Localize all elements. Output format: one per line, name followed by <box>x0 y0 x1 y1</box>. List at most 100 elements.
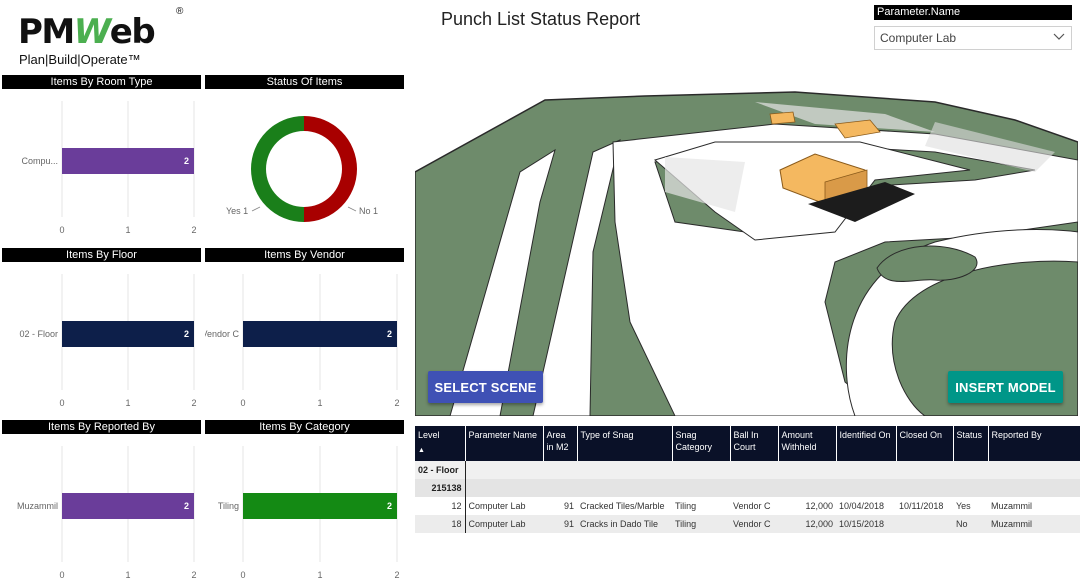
bar-chart-vendor: 0 1 2 2 Vendor C <box>205 274 400 408</box>
cell-ball-in-court: Vendor C <box>730 515 778 533</box>
header-parameter-name[interactable]: Parameter Name <box>465 426 544 461</box>
bar-value-label: 2 <box>387 329 392 339</box>
header-reported-by[interactable]: Reported By <box>988 426 1081 461</box>
bar[interactable] <box>62 148 194 174</box>
group-row-id[interactable]: 215138 <box>415 479 1080 497</box>
chart-title: Items By Reported By <box>2 420 201 434</box>
chart-items-by-category: Items By Category 0 1 2 2 Tiling <box>205 420 404 580</box>
header-identified-on[interactable]: Identified On <box>836 426 897 461</box>
bar[interactable] <box>62 321 194 347</box>
header-type-of-snag[interactable]: Type of Snag <box>577 426 673 461</box>
group-id-label: 215138 <box>415 479 465 497</box>
cell-snag-category: Tiling <box>672 515 730 533</box>
header-snag-category[interactable]: Snag Category <box>672 426 731 461</box>
cell-reported-by: Muzammil <box>988 515 1080 533</box>
donut-slice-yes[interactable] <box>251 116 304 222</box>
cell-parameter-name: Computer Lab <box>464 497 543 515</box>
logo-registered-mark: ® <box>176 6 184 17</box>
chart-title: Status Of Items <box>205 75 404 89</box>
group-level-label: 02 - Floor <box>415 461 465 479</box>
cell-area: 91 <box>543 497 577 515</box>
table-row[interactable]: 18 Computer Lab 91 Cracks in Dado Tile T… <box>415 515 1080 533</box>
cell-type-of-snag: Cracks in Dado Tile <box>577 515 672 533</box>
bar-value-label: 2 <box>184 156 189 166</box>
cell-reported-by: Muzammil <box>988 497 1080 515</box>
cell-identified-on: 10/15/2018 <box>836 515 896 533</box>
x-tick-label: 2 <box>191 225 196 235</box>
cell-identified-on: 10/04/2018 <box>836 497 896 515</box>
chart-items-by-room-type: Items By Room Type 0 1 2 2 Compu... <box>2 75 201 235</box>
x-tick-label: 0 <box>59 398 64 408</box>
x-tick-label: 1 <box>125 398 130 408</box>
x-tick-label: 2 <box>191 398 196 408</box>
3d-site-render <box>415 91 1078 416</box>
cell-status: No <box>953 515 988 533</box>
cell-level: 12 <box>415 497 465 515</box>
parameter-dropdown[interactable]: Computer Lab <box>874 26 1072 50</box>
x-tick-label: 1 <box>317 398 322 408</box>
header-amount-withheld[interactable]: Amount Withheld <box>778 426 837 461</box>
bar-value-label: 2 <box>184 329 189 339</box>
bar-value-label: 2 <box>184 501 189 511</box>
category-label: Compu... <box>21 156 58 166</box>
donut-chart-status: Yes 1 No 1 <box>226 116 378 222</box>
group-row-level[interactable]: 02 - Floor <box>415 461 1080 479</box>
chart-title: Items By Room Type <box>2 75 201 89</box>
report-title: Punch List Status Report <box>441 9 641 29</box>
x-tick-label: 0 <box>59 570 64 580</box>
header-closed-on[interactable]: Closed On <box>896 426 954 461</box>
chart-title: Items By Category <box>205 420 404 434</box>
category-label: Vendor C <box>205 329 239 339</box>
bar[interactable] <box>62 493 194 519</box>
header-area[interactable]: Area in M2 <box>543 426 578 461</box>
table-header-row: Level ▲ Parameter Name Area in M2 Type of… <box>415 426 1081 461</box>
x-tick-label: 2 <box>394 398 399 408</box>
bar-chart-category: 0 1 2 2 Tiling <box>218 446 400 580</box>
chart-items-by-vendor: Items By Vendor 0 1 2 2 Vendor C <box>205 248 404 408</box>
header-status[interactable]: Status <box>953 426 989 461</box>
x-tick-label: 2 <box>394 570 399 580</box>
table-row[interactable]: 12 Computer Lab 91 Cracked Tiles/Marble … <box>415 497 1080 515</box>
donut-label-no: No 1 <box>359 206 378 216</box>
cell-level: 18 <box>415 515 465 533</box>
chart-items-by-reported-by: Items By Reported By 0 1 2 2 Muzammil <box>2 420 201 580</box>
chart-title: Items By Vendor <box>205 248 404 262</box>
cell-amount-withheld: 12,000 <box>778 515 836 533</box>
cell-amount-withheld: 12,000 <box>778 497 836 515</box>
x-tick-label: 1 <box>125 225 130 235</box>
cell-closed-on: 10/11/2018 <box>896 497 953 515</box>
bar[interactable] <box>243 321 397 347</box>
parameter-slicer-header: Parameter.Name <box>874 5 1072 20</box>
cell-area: 91 <box>543 515 577 533</box>
punch-list-table: Level ▲ Parameter Name Area in M2 Type of… <box>415 426 1081 538</box>
cell-snag-category: Tiling <box>672 497 730 515</box>
chart-items-by-floor: Items By Floor 0 1 2 2 02 - Floor <box>2 248 201 408</box>
chart-status-of-items: Status Of Items Yes 1 No 1 <box>205 75 404 235</box>
logo-wordmark: PMWeb <box>18 12 156 52</box>
bar-value-label: 2 <box>387 501 392 511</box>
room-box-3 <box>769 111 796 125</box>
donut-slice-no[interactable] <box>304 116 357 222</box>
sort-ascending-icon[interactable]: ▲ <box>418 445 462 457</box>
logo-tagline: Plan|Build|Operate™ <box>19 52 141 67</box>
cell-status: Yes <box>953 497 988 515</box>
cell-ball-in-court: Vendor C <box>730 497 778 515</box>
3d-model-viewer[interactable]: SELECT SCENE INSERT MODEL <box>415 62 1078 416</box>
chevron-down-icon <box>1053 33 1065 40</box>
x-tick-label: 1 <box>317 570 322 580</box>
x-tick-label: 0 <box>240 570 245 580</box>
header-level[interactable]: Level ▲ <box>415 426 466 461</box>
bar-chart-room-type: 0 1 2 2 Compu... <box>21 101 197 235</box>
x-tick-label: 0 <box>240 398 245 408</box>
chart-title: Items By Floor <box>2 248 201 262</box>
category-label: 02 - Floor <box>19 329 58 339</box>
cell-type-of-snag: Cracked Tiles/Marble <box>577 497 672 515</box>
select-scene-button[interactable]: SELECT SCENE <box>428 371 543 403</box>
bar[interactable] <box>243 493 397 519</box>
x-tick-label: 2 <box>191 570 196 580</box>
header-ball-in-court[interactable]: Ball In Court <box>730 426 779 461</box>
insert-model-button[interactable]: INSERT MODEL <box>948 371 1063 403</box>
x-tick-label: 1 <box>125 570 130 580</box>
category-label: Muzammil <box>17 501 58 511</box>
x-tick-label: 0 <box>59 225 64 235</box>
